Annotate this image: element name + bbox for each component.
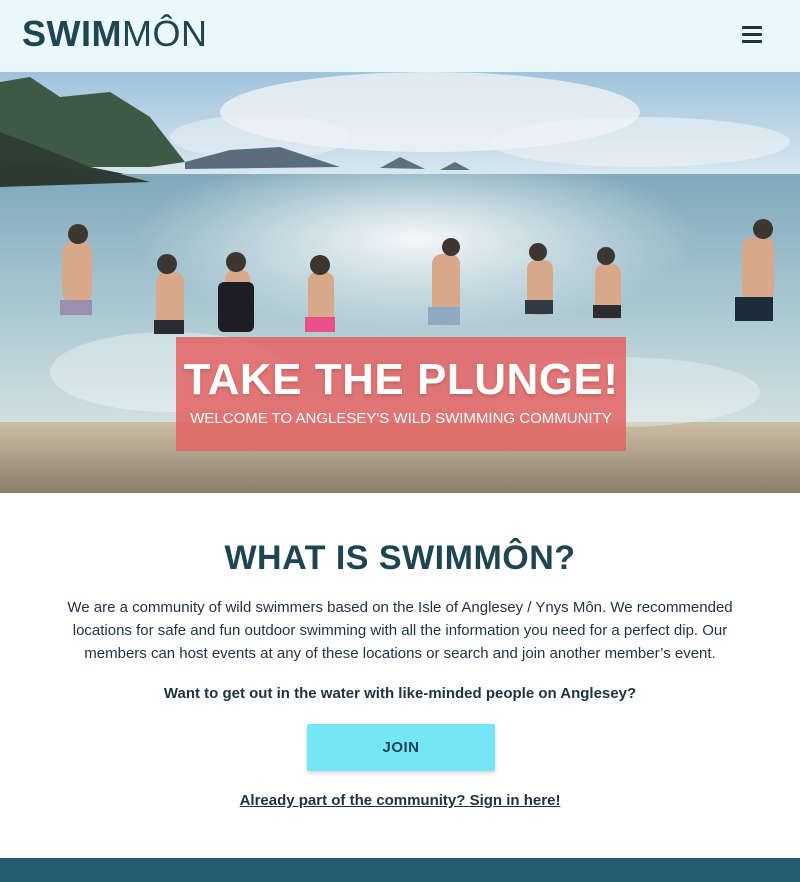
about-heading-brand-bold: SWIM: [378, 539, 474, 577]
about-heading-brand-light: MÔN?: [473, 539, 576, 577]
site-logo[interactable]: SWIMMÔN: [22, 14, 207, 54]
hero-subtitle: WELCOME TO ANGLESEY'S WILD SWIMMING COMM…: [190, 410, 612, 427]
hamburger-menu-icon[interactable]: [738, 22, 768, 48]
about-heading-prefix: WHAT IS: [224, 539, 379, 577]
about-heading: WHAT IS SWIMMÔN?: [0, 536, 800, 580]
logo-bold-text: SWIM: [22, 13, 122, 54]
hero-caption-box: TAKE THE PLUNGE! WELCOME TO ANGLESEY'S W…: [176, 337, 626, 451]
join-button[interactable]: JOIN: [307, 724, 495, 771]
sign-in-link[interactable]: Already part of the community? Sign in h…: [0, 790, 800, 812]
footer-band: [0, 858, 800, 882]
about-description: We are a community of wild swimmers base…: [67, 599, 733, 662]
site-header: SWIMMÔN: [0, 0, 800, 72]
logo-light-text: MÔN: [121, 13, 208, 54]
hero-banner: TAKE THE PLUNGE! WELCOME TO ANGLESEY'S W…: [0, 72, 800, 493]
hero-title: TAKE THE PLUNGE!: [183, 355, 619, 404]
join-prompt: Want to get out in the water with like-m…: [163, 685, 637, 702]
